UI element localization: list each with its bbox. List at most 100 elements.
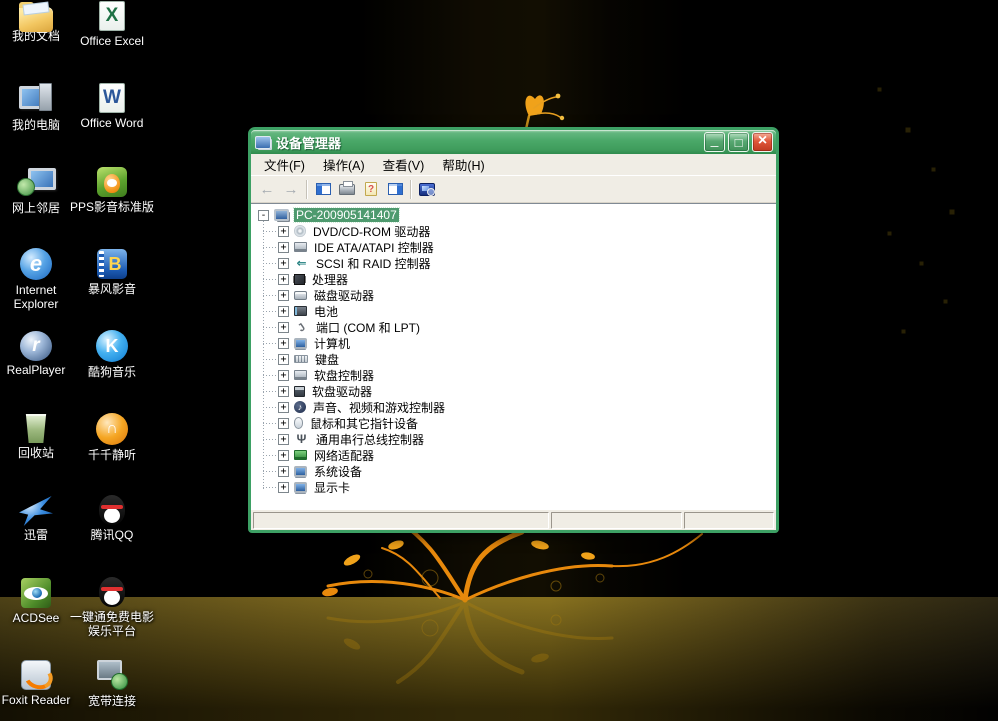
tree-item-label[interactable]: 计算机 [312,335,352,352]
tree-item-label[interactable]: 处理器 [310,271,350,288]
tree-item-label[interactable]: 系统设备 [312,463,364,480]
tree-item: + 网络适配器 [251,447,776,463]
keyboard-icon [294,355,308,363]
window-controls [701,132,773,152]
tree-item-label[interactable]: 通用串行总线控制器 [314,431,426,448]
disk-drive-icon [294,291,307,300]
tree-item-label[interactable]: DVD/CD-ROM 驱动器 [311,223,432,240]
expander-icon[interactable]: + [278,482,289,493]
desktop-icon-my-computer[interactable]: 我的电脑 [0,83,78,132]
desktop-icon-foxit-reader[interactable]: Foxit Reader [0,659,78,707]
floppy-controller-icon [294,370,307,380]
desktop-icon-label: 酷狗音乐 [70,365,154,379]
close-button-icon[interactable] [752,132,773,152]
expander-icon[interactable]: + [278,434,289,445]
tree-item-label[interactable]: 声音、视频和游戏控制器 [311,399,447,416]
desktop-icon-acdsee[interactable]: ACDSee [0,577,78,625]
tree-item-label[interactable]: IDE ATA/ATAPI 控制器 [312,239,436,256]
desktop-icon-ttplayer[interactable]: ∩千千静听 [70,413,154,462]
foxit-reader-icon [21,660,51,690]
show-console-tree-icon [316,183,331,195]
my-computer-icon [19,83,53,115]
desktop-icon-label: 千千静听 [70,448,154,462]
expander-icon[interactable]: + [278,322,289,333]
office-excel-icon: X [99,1,125,31]
tree-item-label[interactable]: 显示卡 [312,479,352,496]
tree-item-label[interactable]: 鼠标和其它指针设备 [308,415,420,432]
tree-item: + 系统设备 [251,463,776,479]
menu-item-0[interactable]: 文件(F) [255,153,314,176]
expander-icon[interactable]: + [278,290,289,301]
internet-explorer-icon: e [20,248,52,280]
recycle-bin-icon [25,414,48,443]
dvd-drive-icon [294,225,306,237]
scan-hardware-button[interactable] [415,178,439,200]
desktop-icon-movie-platform[interactable]: 一键通免费电影娱乐平台 [70,577,154,638]
processor-icon [294,274,305,285]
statusbar-panel [684,512,774,529]
desktop-icon-grid: 我的文档我的电脑网上邻居 eInternet Explorer rRealPlaye… [0,0,170,721]
tree-item-label[interactable]: 键盘 [313,351,341,368]
show-console-tree-button[interactable] [311,178,335,200]
expander-icon[interactable]: + [278,258,289,269]
tree-item-label[interactable]: PC-200905141407 [294,208,399,222]
window-titlebar[interactable]: 设备管理器 [251,130,776,154]
desktop-icon-broadband[interactable]: 宽带连接 [70,659,154,708]
baofeng-icon: B [97,249,127,279]
expander-icon[interactable]: + [278,242,289,253]
floppy-drive-icon [294,386,305,397]
minimize-button-icon[interactable] [704,132,725,152]
desktop-icon-label: 我的电脑 [0,118,78,132]
desktop-icon-my-documents[interactable]: 我的文档 [0,1,78,43]
menu-item-1[interactable]: 操作(A) [314,153,374,176]
tree-item: +Ψ通用串行总线控制器 [251,431,776,447]
print-icon [339,184,355,195]
desktop-icon-internet-explorer[interactable]: eInternet Explorer [0,248,78,311]
desktop-icon-office-word[interactable]: WOffice Word [70,83,154,130]
tree-item-label[interactable]: 网络适配器 [312,447,376,464]
tree-item-label[interactable]: 软盘驱动器 [310,383,374,400]
expander-icon[interactable]: - [258,210,269,221]
expander-icon[interactable]: + [278,338,289,349]
tree-item-label[interactable]: 软盘控制器 [312,367,376,384]
help-button[interactable]: ? [359,178,383,200]
menu-item-2[interactable]: 查看(V) [374,153,434,176]
help-icon: ? [365,182,377,196]
desktop-icon-baofeng[interactable]: B暴风影音 [70,248,154,296]
tree-item-label[interactable]: SCSI 和 RAID 控制器 [314,255,433,272]
tree-item: +⇐SCSI 和 RAID 控制器 [251,255,776,271]
toolbar: ←→? [251,176,776,203]
tree-item: +J端口 (COM 和 LPT) [251,319,776,335]
expander-icon[interactable]: + [278,418,289,429]
qq-icon [99,495,125,525]
show-action-pane-button[interactable] [383,178,407,200]
desktop-icon-office-excel[interactable]: XOffice Excel [70,1,154,48]
expander-icon[interactable]: + [278,274,289,285]
statusbar-panel [253,512,549,529]
desktop-icon-kugou[interactable]: K酷狗音乐 [70,330,154,379]
desktop-icon-realplayer[interactable]: rRealPlayer [0,330,78,377]
print-button[interactable] [335,178,359,200]
expander-icon[interactable]: + [278,386,289,397]
expander-icon[interactable]: + [278,466,289,477]
expander-icon[interactable]: + [278,226,289,237]
expander-icon[interactable]: + [278,306,289,317]
forward-icon: → [284,181,299,198]
expander-icon[interactable]: + [278,370,289,381]
expander-icon[interactable]: + [278,402,289,413]
desktop-icon-thunder[interactable]: 迅雷 [0,495,78,542]
desktop-icon-pps[interactable]: PPS影音标准版 [70,166,154,214]
menu-item-3[interactable]: 帮助(H) [433,153,493,176]
statusbar-panel [551,512,682,529]
tree-item-label[interactable]: 磁盘驱动器 [312,287,376,304]
expander-icon[interactable]: + [278,354,289,365]
tree-item-label[interactable]: 端口 (COM 和 LPT) [314,319,422,336]
desktop-icon-network-places[interactable]: 网上邻居 [0,166,78,215]
tree-item: + 软盘控制器 [251,367,776,383]
expander-icon[interactable]: + [278,450,289,461]
toolbar-separator [410,180,412,199]
desktop-icon-qq[interactable]: 腾讯QQ [70,495,154,542]
tree-item-label[interactable]: 电池 [312,303,340,320]
maximize-button-icon[interactable] [728,132,749,152]
desktop-icon-recycle-bin[interactable]: 回收站 [0,413,78,460]
